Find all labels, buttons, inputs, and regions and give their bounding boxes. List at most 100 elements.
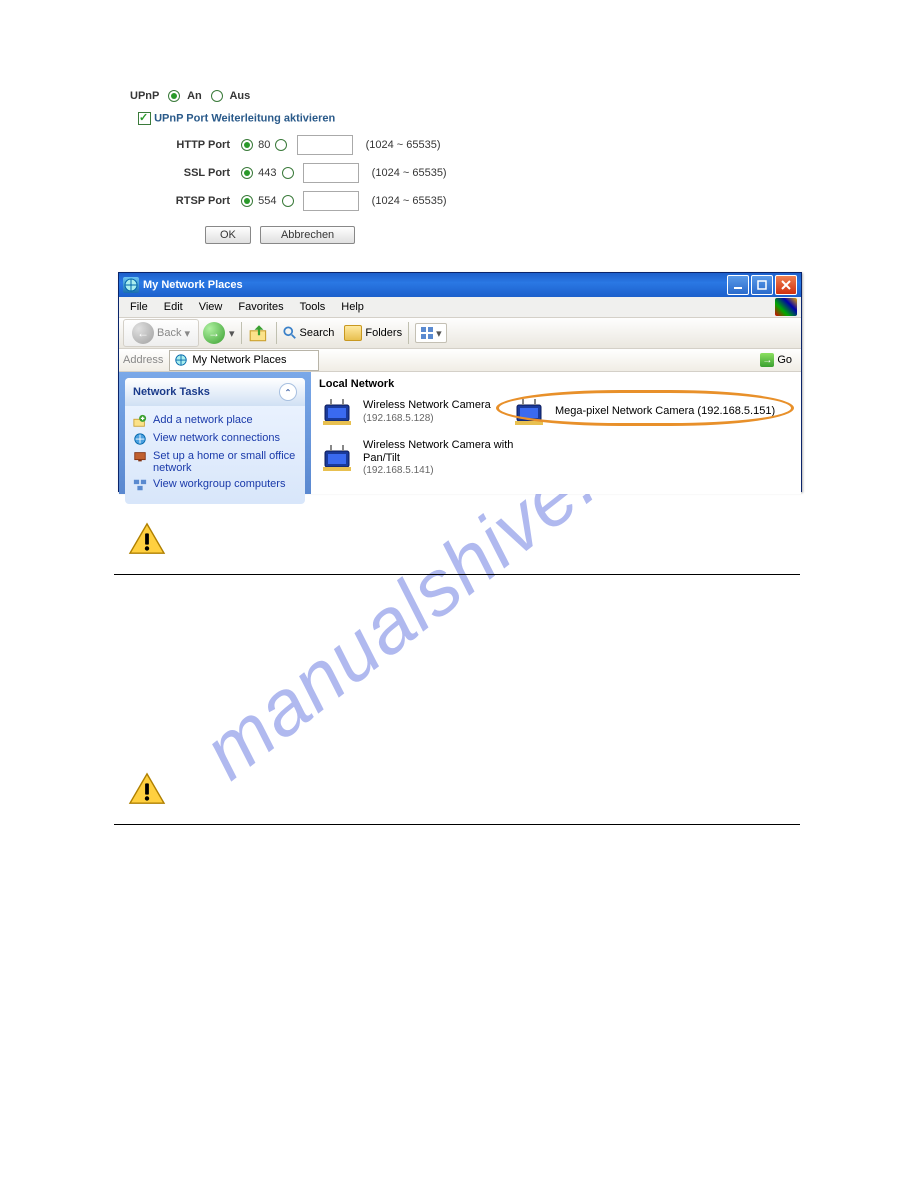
minimize-button[interactable] xyxy=(727,275,749,295)
task-view-workgroup[interactable]: View workgroup computers xyxy=(133,478,297,492)
camera-icon xyxy=(319,397,355,427)
rtsp-port-radio-default[interactable] xyxy=(241,195,253,207)
rtsp-port-radio-custom[interactable] xyxy=(282,195,294,207)
upnp-form: UPnP An Aus UPnP Port Weiterleitung akti… xyxy=(130,90,630,244)
port-row-rtsp: RTSP Port 554 (1024 ~ 65535) xyxy=(155,191,630,211)
upnp-main-row: UPnP An Aus xyxy=(130,90,630,102)
http-port-radio-default[interactable] xyxy=(241,139,253,151)
address-input[interactable]: My Network Places xyxy=(169,350,319,371)
ssl-port-default-value: 443 xyxy=(258,167,276,179)
device-ip: (192.168.5.128) xyxy=(363,413,491,425)
http-port-range: (1024 ~ 65535) xyxy=(366,139,441,151)
form-button-row: OK Abbrechen xyxy=(205,226,630,244)
forward-button[interactable]: → xyxy=(203,322,225,344)
ssl-port-range: (1024 ~ 65535) xyxy=(372,167,447,179)
http-port-default-value: 80 xyxy=(258,139,270,151)
toolbar: ← Back ▾ → ▾ Search Folders ▾ xyxy=(119,318,801,349)
menu-edit[interactable]: Edit xyxy=(157,299,190,315)
network-tasks-panel: Network Tasks ⌃ Add a network place View… xyxy=(125,378,305,504)
port-row-http: HTTP Port 80 (1024 ~ 65535) xyxy=(155,135,630,155)
network-tasks-header[interactable]: Network Tasks ⌃ xyxy=(125,378,305,406)
upnp-radio-off[interactable] xyxy=(211,90,223,102)
toolbar-separator xyxy=(241,322,242,344)
toolbar-separator-2 xyxy=(276,322,277,344)
upnp-off-label: Aus xyxy=(229,90,250,102)
divider-line xyxy=(114,574,800,575)
toolbar-separator-3 xyxy=(408,322,409,344)
search-icon xyxy=(283,326,297,340)
menu-favorites[interactable]: Favorites xyxy=(231,299,290,315)
ssl-port-radio-custom[interactable] xyxy=(282,167,294,179)
rtsp-port-custom-input[interactable] xyxy=(303,191,359,211)
forward-arrow-icon: → xyxy=(208,326,220,340)
search-button[interactable]: Search xyxy=(283,326,335,340)
explorer-window: My Network Places File Edit View Favorit… xyxy=(118,272,802,492)
views-dropdown-icon: ▾ xyxy=(436,327,442,340)
address-label: Address xyxy=(123,354,163,366)
setup-network-icon xyxy=(133,450,147,464)
rtsp-port-range: (1024 ~ 65535) xyxy=(372,195,447,207)
up-button[interactable] xyxy=(248,322,270,344)
upnp-enable-row: UPnP Port Weiterleitung aktivieren xyxy=(138,112,630,125)
views-button[interactable]: ▾ xyxy=(415,323,447,343)
window-body: Network Tasks ⌃ Add a network place View… xyxy=(119,372,801,494)
task-setup-network[interactable]: Set up a home or small office network xyxy=(133,450,297,474)
local-network-heading: Local Network xyxy=(319,378,793,390)
menu-tools[interactable]: Tools xyxy=(293,299,333,315)
sidebar: Network Tasks ⌃ Add a network place View… xyxy=(119,372,311,494)
go-button[interactable]: → Go xyxy=(755,352,797,368)
network-places-icon xyxy=(123,277,139,293)
close-button[interactable] xyxy=(775,275,797,295)
address-icon xyxy=(174,353,188,367)
divider-line xyxy=(114,824,800,825)
upnp-port-forward-checkbox[interactable] xyxy=(138,112,151,125)
back-arrow-icon: ← xyxy=(132,322,154,344)
device-ip: (192.168.5.141) xyxy=(363,465,533,477)
ssl-port-label: SSL Port xyxy=(155,167,230,179)
rtsp-port-label: RTSP Port xyxy=(155,195,230,207)
http-port-custom-input[interactable] xyxy=(297,135,353,155)
rtsp-port-default-value: 554 xyxy=(258,195,276,207)
upnp-port-forward-label: UPnP Port Weiterleitung aktivieren xyxy=(154,113,335,125)
folders-button[interactable]: Folders xyxy=(344,325,402,341)
maximize-button[interactable] xyxy=(751,275,773,295)
workgroup-icon xyxy=(133,478,147,492)
network-device-1[interactable]: Wireless Network Camera (192.168.5.128) xyxy=(319,397,491,427)
add-place-icon xyxy=(133,414,147,428)
ssl-port-custom-input[interactable] xyxy=(303,163,359,183)
ssl-port-radio-default[interactable] xyxy=(241,167,253,179)
task-list: Add a network place View network connect… xyxy=(125,406,305,504)
cancel-button[interactable]: Abbrechen xyxy=(260,226,355,244)
back-dropdown-icon: ▾ xyxy=(184,327,190,340)
main-content: Local Network Wireless Network Camera (1… xyxy=(311,372,801,494)
network-device-3[interactable]: Wireless Network Camera with Pan/Tilt (1… xyxy=(319,439,533,477)
collapse-icon[interactable]: ⌃ xyxy=(279,383,297,401)
task-add-network-place[interactable]: Add a network place xyxy=(133,414,297,428)
back-label: Back xyxy=(157,327,181,339)
window-title: My Network Places xyxy=(143,279,243,291)
upnp-label: UPnP xyxy=(130,90,159,102)
forward-dropdown-icon[interactable]: ▾ xyxy=(229,327,235,340)
http-port-radio-custom[interactable] xyxy=(275,139,287,151)
address-bar: Address My Network Places → Go xyxy=(119,349,801,372)
windows-flag-icon xyxy=(775,298,797,316)
menu-view[interactable]: View xyxy=(192,299,230,315)
http-port-label: HTTP Port xyxy=(155,139,230,151)
task-view-connections[interactable]: View network connections xyxy=(133,432,297,446)
task-label: View network connections xyxy=(153,432,280,444)
menu-help[interactable]: Help xyxy=(334,299,371,315)
task-label: View workgroup computers xyxy=(153,478,285,490)
folders-label: Folders xyxy=(365,327,402,339)
warning-icon xyxy=(128,522,166,556)
menu-bar: File Edit View Favorites Tools Help xyxy=(119,297,801,318)
upnp-on-label: An xyxy=(187,90,202,102)
ok-button[interactable]: OK xyxy=(205,226,251,244)
address-value: My Network Places xyxy=(192,354,286,366)
search-label: Search xyxy=(300,327,335,339)
window-titlebar[interactable]: My Network Places xyxy=(119,273,801,297)
menu-file[interactable]: File xyxy=(123,299,155,315)
upnp-radio-on[interactable] xyxy=(168,90,180,102)
views-icon xyxy=(420,326,434,340)
folder-icon xyxy=(344,325,362,341)
back-button[interactable]: ← Back ▾ xyxy=(123,319,199,347)
